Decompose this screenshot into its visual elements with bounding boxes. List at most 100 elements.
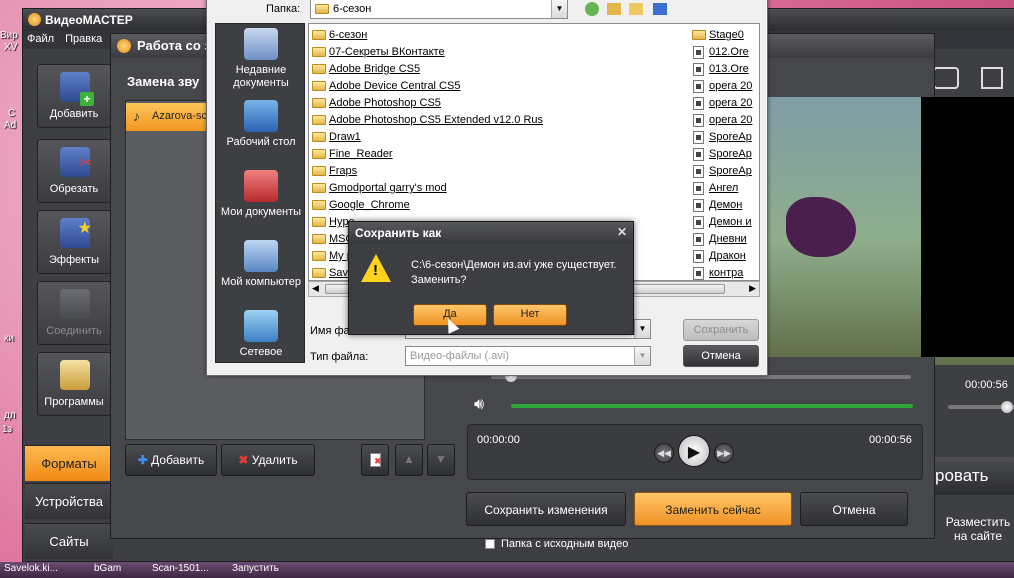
up-folder-icon[interactable] bbox=[607, 3, 621, 15]
programs-button[interactable]: Программы bbox=[37, 352, 111, 416]
tab-sites[interactable]: Сайты bbox=[25, 523, 113, 559]
tab-formats[interactable]: Форматы bbox=[25, 445, 113, 481]
file-icon bbox=[693, 182, 704, 195]
folder-icon bbox=[312, 81, 326, 91]
filetype-label: Тип файла: bbox=[310, 351, 369, 363]
file-list-item[interactable]: Ангел bbox=[691, 180, 752, 197]
back-icon[interactable] bbox=[585, 2, 599, 16]
file-list-item[interactable]: Демон и bbox=[691, 214, 752, 231]
desktop-icon-label: Ad bbox=[4, 120, 17, 131]
file-list-item[interactable]: Adobe Device Central CS5 bbox=[311, 78, 543, 95]
save-changes-button[interactable]: Сохранить изменения bbox=[466, 492, 626, 526]
new-folder-icon[interactable] bbox=[629, 3, 643, 15]
file-list-item[interactable]: Stage0 bbox=[691, 27, 752, 44]
folder-combo[interactable]: 6-сезон ▼ bbox=[310, 0, 568, 19]
folder-icon bbox=[312, 166, 326, 176]
taskbar-item[interactable]: bGam bbox=[94, 563, 121, 574]
file-name: Демон bbox=[709, 199, 743, 211]
publish-button[interactable]: Разместить на сайте bbox=[933, 509, 1014, 555]
file-list-item[interactable]: Fraps bbox=[311, 163, 543, 180]
scroll-left-icon[interactable]: ◀ bbox=[312, 283, 319, 294]
file-list-item[interactable]: opera 20 bbox=[691, 112, 752, 129]
file-list-item[interactable]: контра bbox=[691, 265, 752, 280]
play-button[interactable]: ▶ bbox=[678, 435, 710, 467]
trim-button[interactable]: ✂ Обрезать bbox=[37, 139, 111, 203]
file-list-item[interactable]: opera 20 bbox=[691, 78, 752, 95]
folder-label: Папка: bbox=[266, 3, 301, 15]
replace-now-button[interactable]: Заменить сейчас bbox=[634, 492, 792, 526]
my-documents-icon bbox=[244, 170, 278, 202]
move-down-button[interactable]: ▼ bbox=[427, 444, 455, 476]
join-button[interactable]: Соединить bbox=[37, 281, 111, 345]
chevron-down-icon[interactable]: ▼ bbox=[551, 0, 567, 18]
file-name: 013.Ore bbox=[709, 63, 749, 75]
forward-button[interactable]: ▶▶ bbox=[714, 443, 734, 463]
folder-icon bbox=[312, 217, 326, 227]
file-list-item[interactable]: Draw1 bbox=[311, 129, 543, 146]
taskbar-item[interactable]: Savelok.ki... bbox=[4, 563, 58, 574]
sidebar-label: Эффекты bbox=[48, 254, 99, 266]
file-list-item[interactable]: Дракон bbox=[691, 248, 752, 265]
source-folder-checkbox[interactable] bbox=[485, 539, 495, 549]
file-list-item[interactable]: Google_Chrome bbox=[311, 197, 543, 214]
network-icon bbox=[244, 310, 278, 342]
file-list-item[interactable]: opera 20 bbox=[691, 95, 752, 112]
warning-mark: ! bbox=[373, 262, 378, 279]
file-list-item[interactable]: Adobe Photoshop CS5 Extended v12.0 Rus bbox=[311, 112, 543, 129]
audio-level-bar[interactable] bbox=[511, 404, 913, 408]
rewind-icon: ◀◀ bbox=[657, 448, 671, 458]
file-list-item[interactable]: Adobe Bridge CS5 bbox=[311, 61, 543, 78]
fullscreen-icon[interactable] bbox=[981, 67, 1003, 89]
file-list-item[interactable]: 012.Ore bbox=[691, 44, 752, 61]
file-list-item[interactable]: Fine_Reader bbox=[311, 146, 543, 163]
file-list-item[interactable]: Gmodportal garry's mod bbox=[311, 180, 543, 197]
filetype-combo[interactable]: Видео-файлы (.avi) ▼ bbox=[405, 346, 651, 366]
file-list-item[interactable]: SporeAp bbox=[691, 163, 752, 180]
confirm-titlebar: Сохранить как ✕ bbox=[349, 222, 633, 244]
remove-file-button[interactable]: ✖ bbox=[361, 444, 389, 476]
folder-icon bbox=[312, 251, 326, 261]
menu-edit[interactable]: Правка bbox=[61, 31, 106, 47]
file-name: SporeAp bbox=[709, 165, 752, 177]
file-list-item[interactable]: SporeAp bbox=[691, 129, 752, 146]
taskbar-item[interactable]: Scan-1501... bbox=[152, 563, 209, 574]
volume-knob[interactable] bbox=[1001, 401, 1013, 413]
save-button[interactable]: Сохранить bbox=[683, 319, 759, 341]
cancel-button[interactable]: Отмена bbox=[800, 492, 908, 526]
file-list-item[interactable]: Демон bbox=[691, 197, 752, 214]
file-icon bbox=[693, 131, 704, 144]
file-list-item[interactable]: 013.Ore bbox=[691, 61, 752, 78]
tab-devices[interactable]: Устройства bbox=[25, 483, 113, 519]
add-video-button[interactable]: + Добавить bbox=[37, 64, 111, 128]
time-end: 00:00:56 bbox=[869, 434, 912, 446]
delete-track-button[interactable]: ✖ Удалить bbox=[221, 444, 315, 476]
panel-title: Замена зву bbox=[127, 74, 200, 89]
menu-file[interactable]: Файл bbox=[23, 31, 58, 47]
taskbar-item[interactable]: Запустить bbox=[232, 563, 279, 574]
close-icon[interactable]: ✕ bbox=[617, 225, 627, 239]
move-up-button[interactable]: ▲ bbox=[395, 444, 423, 476]
dialog-cancel-button[interactable]: Отмена bbox=[683, 345, 759, 367]
effects-button[interactable]: ★ Эффекты bbox=[37, 210, 111, 274]
place-label: Рабочий стол bbox=[226, 136, 296, 148]
file-list-item[interactable]: 07-Секреты ВКонтакте bbox=[311, 44, 543, 61]
file-list-item[interactable]: 6-сезон bbox=[311, 27, 543, 44]
speaker-icon[interactable]: 🔊︎ bbox=[474, 396, 484, 414]
delete-track-label: Удалить bbox=[251, 453, 298, 467]
rewind-button[interactable]: ◀◀ bbox=[654, 443, 674, 463]
file-list-item[interactable]: Дневни bbox=[691, 231, 752, 248]
file-name: SporeAp bbox=[709, 148, 752, 160]
view-menu-icon[interactable] bbox=[653, 3, 667, 15]
file-name: opera 20 bbox=[709, 97, 753, 109]
file-icon bbox=[693, 165, 704, 178]
chevron-down-icon[interactable]: ▼ bbox=[634, 347, 650, 365]
scroll-right-icon[interactable]: ▶ bbox=[749, 283, 756, 294]
camera-icon[interactable] bbox=[933, 67, 959, 89]
add-track-button[interactable]: ✚ Добавить bbox=[125, 444, 217, 476]
convert-button[interactable]: ровать bbox=[933, 457, 1014, 495]
no-button[interactable]: Нет bbox=[493, 304, 567, 326]
file-name: Демон и bbox=[709, 216, 752, 228]
file-list-item[interactable]: SporeAp bbox=[691, 146, 752, 163]
file-list-item[interactable]: Adobe Photoshop CS5 bbox=[311, 95, 543, 112]
chevron-down-icon[interactable]: ▼ bbox=[634, 320, 650, 338]
